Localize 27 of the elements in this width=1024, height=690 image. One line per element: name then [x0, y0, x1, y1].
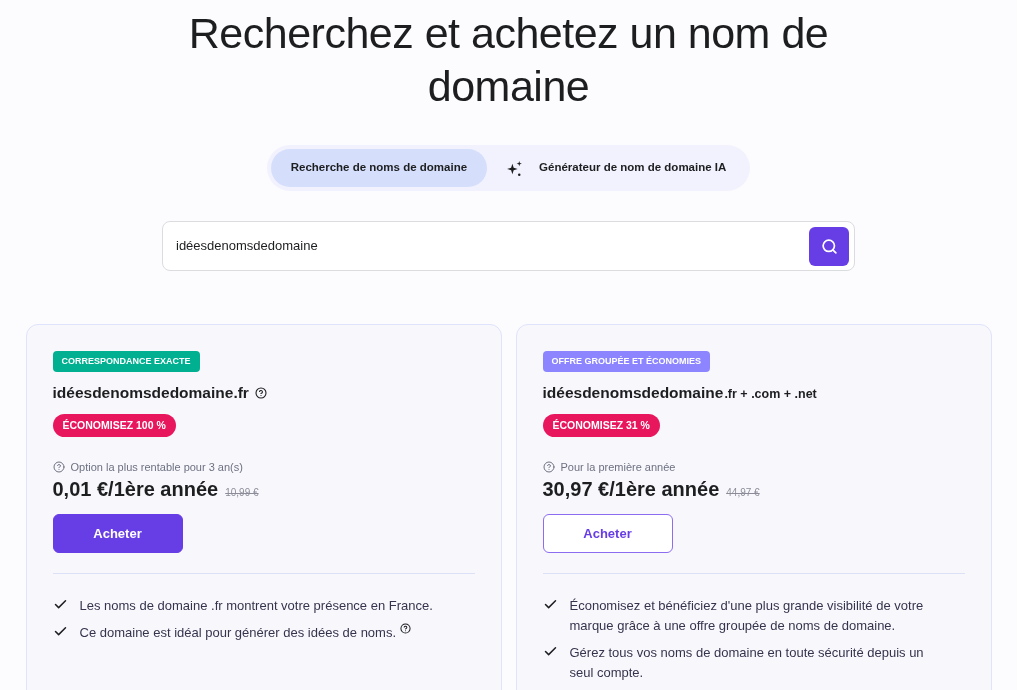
offer-label: OFFRE GROUPÉE ET ÉCONOMIES — [542, 351, 710, 372]
search-icon — [820, 237, 838, 255]
old-price: 10,99 € — [225, 486, 259, 500]
page-heading: Recherchez et achetez un nom de domaine — [187, 8, 830, 112]
tab[interactable]: Générateur de nom de domaine IA — [487, 149, 747, 187]
offer-label: CORRESPONDANCE EXACTE — [52, 351, 200, 372]
price-note: Option la plus rentable pour 3 an(s) — [70, 460, 243, 474]
tab[interactable]: Recherche de noms de domaine — [270, 149, 488, 187]
help-icon[interactable] — [400, 623, 412, 634]
buy-button[interactable]: Acheter — [52, 514, 183, 553]
domain-extensions: .fr + .com + .net — [724, 386, 817, 403]
feature-text: Gérez tous vos noms de domaine en toute sécurité depuis un seul compte. — [569, 645, 924, 680]
domain-name: idéesdenomsdedomaine.fr — [52, 383, 249, 403]
help-icon[interactable] — [254, 387, 267, 399]
buy-button[interactable]: Acheter — [542, 514, 673, 553]
feature-text: Les noms de domaine .fr montrent votre présence en France. — [79, 598, 433, 613]
search-button[interactable] — [809, 226, 849, 266]
price: 0,01 €/1ère année — [52, 477, 219, 501]
feature-text: Économisez et bénéficiez d'une plus grande visibilité de votre marque grâce à une offre groupée de noms de domaine. — [569, 598, 924, 633]
domain-name: idéesdenomsdedomaine — [542, 383, 724, 403]
price: 30,97 €/1ère année — [542, 477, 720, 501]
old-price: 44,97 € — [726, 486, 760, 500]
price-note: Pour la première année — [560, 460, 676, 474]
feature-text: Ce domaine est idéal pour générer des idées de noms. — [79, 625, 397, 640]
sparkle-icon — [507, 160, 523, 176]
discount-label: ÉCONOMISEZ 31 % — [542, 414, 660, 437]
discount-label: ÉCONOMISEZ 100 % — [52, 414, 176, 437]
